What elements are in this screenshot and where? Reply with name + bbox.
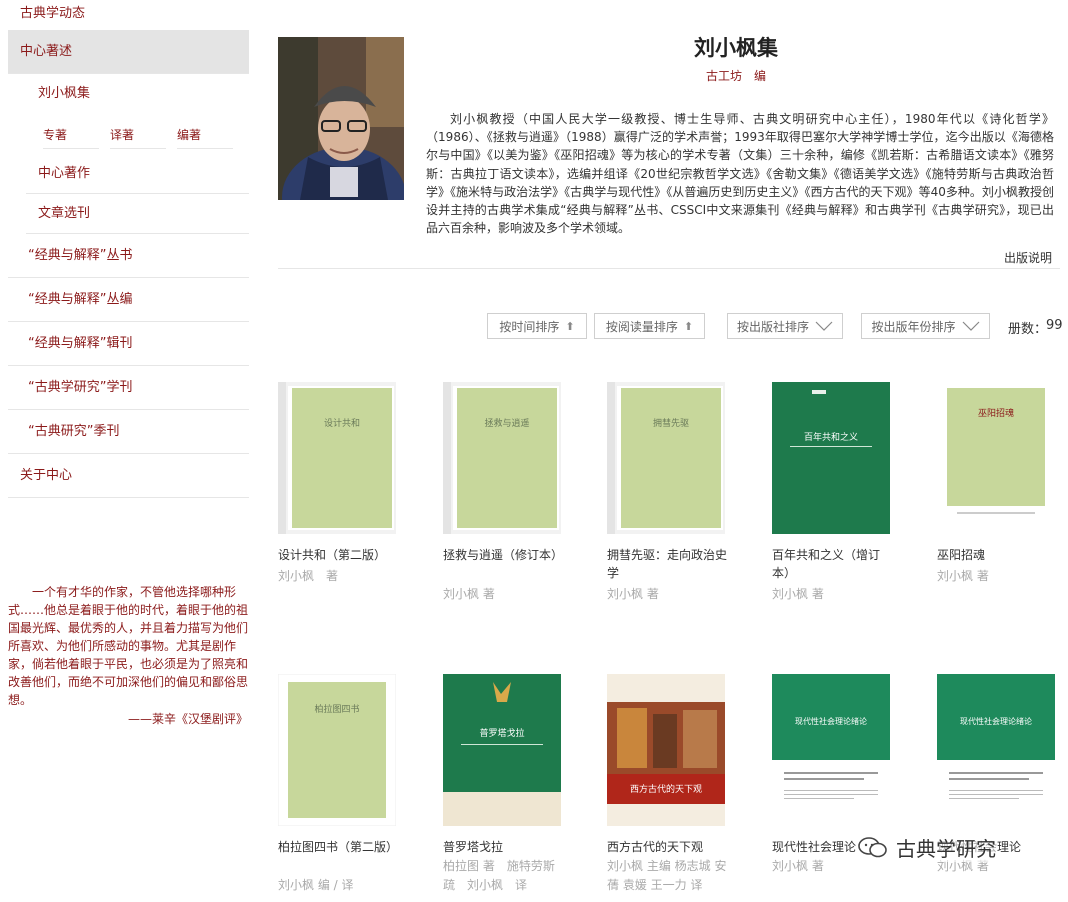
sidebar-item-classics-news[interactable]: 古典学动态 <box>8 0 249 30</box>
sort-by-time-button[interactable]: 按时间排序 ⬆ <box>487 313 587 339</box>
publication-note-link[interactable]: 出版说明 <box>1004 249 1052 266</box>
sort-by-year-select[interactable]: 按出版年份排序 <box>861 313 990 339</box>
collection-title: 刘小枫集 <box>694 36 778 60</box>
book-cover[interactable]: 拯救与逍遥 <box>443 382 561 534</box>
cover-title-text: 西方古代的天下观 <box>630 783 702 795</box>
quote-source: ——莱辛《汉堡剧评》 <box>127 712 248 726</box>
book-author: 刘小枫 主编 杨志城 安蒨 袁媛 王一力 译 <box>607 859 727 892</box>
header-divider <box>278 268 1060 269</box>
book-title[interactable]: 拥彗先驱：走向政治史学 <box>607 546 729 582</box>
arrow-up-icon: ⬆ <box>683 319 694 333</box>
cover-title-text: 设计共和 <box>324 417 360 429</box>
sidebar-item-series-journal[interactable]: “经典与解释”辑刊 <box>8 322 249 366</box>
book-cover[interactable]: 现代性社会理论绪论 <box>937 674 1055 826</box>
collection-editor: 古工坊 编 <box>705 69 766 83</box>
sort-by-year-label: 按出版年份排序 <box>871 319 956 334</box>
collection-description: 刘小枫教授（中国人民大学一级教授、博士生导师、古典文明研究中心主任），1980年… <box>426 112 1054 236</box>
book-author: 柏拉图 著 施特劳斯 疏 刘小枫 译 <box>443 859 567 892</box>
sidebar: 古典学动态 中心著述 刘小枫集 专著 译著 编著 中心著作 文章选刊 “经典与解… <box>8 0 249 498</box>
cover-title-text: 现代性社会理论绪论 <box>795 716 867 726</box>
sidebar-item-selected-articles[interactable]: 文章选刊 <box>26 194 249 234</box>
cover-title-text: 普罗塔戈拉 <box>479 727 524 739</box>
book-title[interactable]: 普罗塔戈拉 <box>443 838 565 856</box>
book-cover[interactable]: 柏拉图四书 <box>278 674 396 826</box>
book-author: 刘小枫 著 <box>443 587 495 601</box>
book-title[interactable]: 设计共和（第二版） <box>278 546 400 564</box>
sidebar-item-center-books[interactable]: 中心著作 <box>26 154 249 194</box>
book-cover[interactable]: 西方古代的天下观 <box>607 674 725 826</box>
sort-by-time-label: 按时间排序 <box>499 319 560 334</box>
watermark-text: 古典学研究 <box>896 837 996 861</box>
cover-title-text: 柏拉图四书 <box>314 703 359 715</box>
book-count-label: 册数： <box>1008 322 1048 337</box>
cover-title-text: 拯救与逍遥 <box>484 417 529 429</box>
book-cover[interactable]: 现代性社会理论绪论 <box>772 674 890 826</box>
book-title[interactable]: 西方古代的天下观 <box>607 838 729 856</box>
sidebar-item-center-works[interactable]: 中心著述 <box>8 30 249 74</box>
cover-title-text: 拥彗先驱 <box>653 417 689 429</box>
book-count-value: 99 <box>1046 318 1063 333</box>
cover-title-text: 百年共和之义 <box>804 431 858 443</box>
book-cover[interactable]: 拥彗先驱 <box>607 382 725 534</box>
sort-by-reads-button[interactable]: 按阅读量排序 ⬆ <box>594 313 705 339</box>
book-title[interactable]: 巫阳招魂 <box>937 546 1059 564</box>
book-title[interactable]: 柏拉图四书（第二版） <box>278 838 400 856</box>
sort-by-publisher-select[interactable]: 按出版社排序 <box>727 313 843 339</box>
tab-monographs[interactable]: 专著 <box>43 120 99 149</box>
chevron-down-icon <box>815 321 833 331</box>
book-cover[interactable]: 普罗塔戈拉 <box>443 674 561 826</box>
book-author: 刘小枫 著 <box>937 569 989 583</box>
book-author: 刘小枫 著 <box>607 587 659 601</box>
book-cover[interactable]: 百年共和之义 <box>772 382 890 534</box>
cover-title-text: 现代性社会理论绪论 <box>960 716 1032 726</box>
author-photo <box>278 37 404 200</box>
book-author: 刘小枫 著 <box>772 587 824 601</box>
sidebar-quote: 一个有才华的作家，不管他选择哪种形式……他总是着眼于他的时代，着眼于他的祖国最光… <box>8 585 249 707</box>
sidebar-item-about[interactable]: 关于中心 <box>8 454 249 498</box>
book-cover[interactable]: 巫阳招魂 <box>937 382 1055 534</box>
chevron-down-icon <box>962 321 979 331</box>
book-title[interactable]: 百年共和之义（增订本） <box>772 546 894 582</box>
wechat-icon <box>858 836 887 857</box>
sort-by-publisher-label: 按出版社排序 <box>736 319 809 334</box>
arrow-up-icon: ⬆ <box>565 319 575 333</box>
book-title[interactable]: 拯救与逍遥（修订本） <box>443 546 565 564</box>
book-cover[interactable]: 设计共和 <box>278 382 396 534</box>
sort-by-reads-label: 按阅读量排序 <box>605 319 678 334</box>
tab-translations[interactable]: 译著 <box>110 120 166 149</box>
sidebar-item-series-books[interactable]: “经典与解释”丛书 <box>8 234 249 278</box>
sidebar-item-series-collection[interactable]: “经典与解释”丛编 <box>8 278 249 322</box>
wechat-watermark: 古典学研究 <box>858 833 996 862</box>
cover-title-text: 巫阳招魂 <box>978 407 1014 419</box>
sidebar-item-liuxiaofeng-collection[interactable]: 刘小枫集 <box>8 74 249 114</box>
sidebar-item-classics-quarterly[interactable]: “古典研究”季刊 <box>8 410 249 454</box>
sidebar-item-classics-research-journal[interactable]: “古典学研究”学刊 <box>8 366 249 410</box>
book-author: 刘小枫 编 / 译 <box>278 878 354 892</box>
sidebar-tabs: 专著 译著 编著 <box>8 114 249 154</box>
tab-edited-works[interactable]: 编著 <box>177 120 233 149</box>
book-author: 刘小枫 著 <box>278 569 339 583</box>
